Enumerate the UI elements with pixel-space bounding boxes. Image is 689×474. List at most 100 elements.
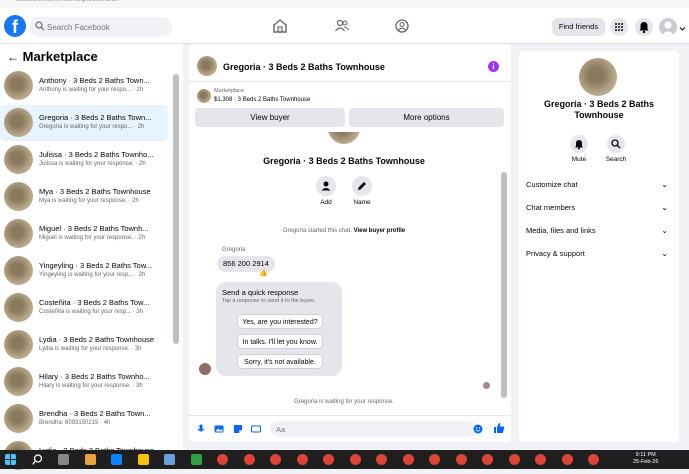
chrome-icon[interactable] (270, 454, 281, 465)
search-in-chat-button[interactable] (607, 135, 625, 153)
conversation-preview: Costeñita is waiting for your resp... · … (39, 309, 144, 315)
chrome-icon[interactable] (296, 454, 308, 465)
conversation-item[interactable]: Lydia · 3 Beds 2 Baths Townhouse Lydia is… (0, 327, 168, 363)
chrome-icon[interactable] (243, 454, 255, 465)
groups-icon[interactable] (394, 18, 410, 34)
listing-price[interactable]: $1,308 · 3 Beds 2 Baths Townhouse (214, 97, 310, 103)
photo-icon[interactable] (214, 424, 224, 434)
chrome-icon[interactable] (429, 454, 440, 465)
mute-button[interactable] (570, 135, 588, 153)
sidebar-header: ← Marketplace (7, 49, 98, 64)
sidebar-scrollbar[interactable] (173, 74, 179, 344)
chevron-down-icon[interactable] (679, 26, 686, 32)
file-explorer-icon[interactable] (137, 454, 149, 465)
quick-response-button[interactable]: In talks. I'll let you know. (237, 334, 323, 349)
message-input[interactable] (270, 421, 478, 437)
conversation-preview: Julissa is waiting for your response. · … (39, 161, 146, 167)
conversation-item[interactable]: Mya · 3 Beds 2 Baths Townhouse Mya is wai… (0, 179, 168, 215)
find-friends-button[interactable]: Find friends (552, 18, 605, 36)
chat-details-photo (579, 58, 617, 96)
thumbs-up-reaction-icon: 👍 (259, 270, 268, 277)
conversation-thumbnail (4, 293, 33, 322)
search-bar[interactable] (29, 17, 172, 37)
conversation-preview: Miguel is waiting for your response. · 2… (39, 235, 146, 241)
sidebar-title: Marketplace (22, 49, 98, 64)
chrome-icon[interactable] (376, 454, 387, 465)
chrome-icon[interactable] (455, 454, 467, 465)
chat-header-title[interactable]: Gregoria · 3 Beds 2 Baths Townhouse (223, 62, 385, 72)
chat-setting-label: Privacy & support (526, 249, 585, 258)
conversation-preview: Brendha: 6093150215 · 4h (39, 420, 111, 426)
chat-setting-row[interactable]: Chat members ⌄ (526, 203, 672, 219)
view-buyer-button[interactable]: View buyer (195, 108, 345, 127)
profile-avatar[interactable] (659, 18, 677, 36)
thumbs-up-icon[interactable] (493, 422, 505, 434)
chrome-icon[interactable] (561, 454, 573, 465)
chat-scrollbar[interactable] (501, 172, 507, 398)
chrome-icon[interactable] (349, 454, 361, 465)
excel-icon[interactable] (190, 454, 202, 465)
chat-setting-row[interactable]: Customize chat ⌄ (526, 180, 672, 196)
menu-button[interactable] (610, 18, 628, 36)
conversation-thumbnail (4, 219, 33, 248)
sticker-icon[interactable] (233, 424, 243, 434)
conversation-preview: Hilary is waiting for your response. · 3… (39, 383, 143, 389)
quick-response-button[interactable]: Sorry, it's not available. (237, 354, 323, 369)
chat-setting-row[interactable]: Privacy & support ⌄ (526, 249, 672, 265)
conversation-item[interactable]: Yingeyling · 3 Beds 2 Baths Tow... Yingey… (0, 253, 168, 289)
taskbar-search-icon[interactable] (32, 454, 43, 465)
chrome-icon[interactable] (402, 454, 414, 465)
system-clock[interactable]: 9:11 PM 25-Feb-26 (633, 452, 658, 466)
info-icon[interactable]: i (488, 61, 499, 72)
listing-photo (328, 132, 360, 144)
conversation-item[interactable]: Hilary · 3 Beds 2 Baths Townho... Hilary … (0, 364, 168, 400)
search-label: Search (605, 156, 627, 163)
conversation-title: Mya · 3 Beds 2 Baths Townhouse (39, 187, 151, 196)
conversation-item[interactable]: Anthony · 3 Beds 2 Baths Town... Anthony … (0, 68, 168, 104)
conversation-item[interactable]: Julissa · 3 Beds 2 Baths Townho... Juliss… (0, 142, 168, 178)
view-buyer-profile-link[interactable]: View buyer profile (354, 228, 406, 234)
listing-small-thumbnail (197, 89, 211, 103)
edge-icon[interactable] (111, 454, 122, 465)
chat-setting-row[interactable]: Media, files and links ⌄ (526, 226, 672, 242)
outlook-icon[interactable] (164, 454, 175, 465)
chat-setting-label: Media, files and links (526, 226, 596, 235)
notifications-button[interactable] (635, 18, 653, 36)
chevron-down-icon: ⌄ (661, 180, 668, 189)
home-icon[interactable] (272, 18, 288, 34)
more-options-button[interactable]: More options (349, 108, 504, 127)
conversation-item[interactable]: Brendha · 3 Beds 2 Baths Town... Brendha:… (0, 401, 168, 437)
listing-label: Marketplace (214, 88, 244, 94)
chat-title: Gregoria · 3 Beds 2 Baths Townhouse (263, 156, 425, 166)
conversation-item[interactable]: Miguel · 3 Beds 2 Baths Townh... Miguel i… (0, 216, 168, 252)
emoji-icon[interactable] (473, 424, 483, 434)
system-message: Gregoria started this chat. View buyer p… (189, 228, 499, 234)
name-label: Name (353, 199, 371, 206)
quick-response-button[interactable]: Yes, are you interested? (237, 314, 323, 329)
chrome-icon[interactable] (482, 454, 493, 465)
settings-icon[interactable] (84, 454, 96, 465)
user-icon (661, 21, 675, 36)
chrome-icon[interactable] (508, 454, 520, 465)
gif-icon[interactable] (251, 424, 261, 434)
name-button[interactable] (352, 176, 372, 196)
windows-start-icon[interactable] (5, 454, 16, 465)
friends-icon[interactable] (334, 18, 350, 34)
search-input[interactable] (47, 20, 167, 34)
conversation-item[interactable]: Gregoria · 3 Beds 2 Baths Town... Gregori… (0, 105, 168, 141)
facebook-logo[interactable]: f (4, 15, 26, 37)
pencil-icon (358, 182, 366, 190)
chrome-icon[interactable] (217, 454, 228, 465)
conversation-thumbnail (4, 71, 33, 100)
bell-icon (639, 22, 649, 34)
microphone-icon[interactable] (196, 424, 206, 434)
add-button[interactable] (316, 176, 336, 196)
back-arrow-icon[interactable]: ← (7, 50, 19, 64)
chrome-icon[interactable] (323, 454, 334, 465)
conversation-title: Lydia · 3 Beds 2 Baths Townhouse (39, 335, 155, 344)
task-view-icon[interactable] (58, 454, 69, 465)
chrome-icon[interactable] (588, 454, 599, 465)
conversation-item[interactable]: Costeñita · 3 Beds 2 Baths Tow... Costeñi… (0, 290, 168, 326)
chrome-icon[interactable] (535, 454, 546, 465)
listing-thumbnail[interactable] (197, 56, 217, 76)
